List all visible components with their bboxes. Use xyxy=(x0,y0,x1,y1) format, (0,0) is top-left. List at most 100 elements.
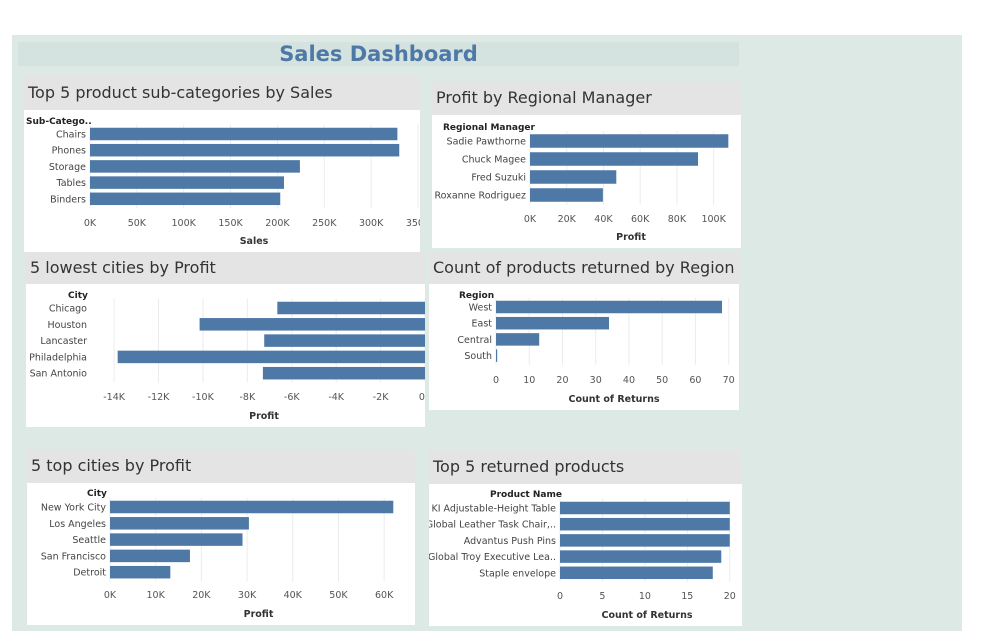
bar xyxy=(90,143,400,157)
category-label: Storage xyxy=(49,162,86,173)
category-label: Global Troy Executive Lea.. xyxy=(429,552,556,563)
x-tick-label: 350K xyxy=(406,218,420,229)
x-tick-label: 10K xyxy=(147,590,166,601)
x-tick-label: 20K xyxy=(558,214,577,225)
x-tick-label: 20 xyxy=(724,591,736,602)
x-tick-label: 30 xyxy=(590,375,602,386)
bar xyxy=(560,566,713,580)
panel-lowest-cities: 5 lowest cities by Profit -14K -12K -10K -8… xyxy=(26,252,425,427)
category-label: Lancaster xyxy=(40,336,87,347)
bar xyxy=(90,127,398,141)
x-tick-label: 0 xyxy=(557,591,563,602)
x-tick-label: 10 xyxy=(523,375,535,386)
chart-title: Profit by Regional Manager xyxy=(432,81,741,115)
chart-top-returned-products: 0 5 10 15 20 Product Name KI Adjustable-Height… xyxy=(429,490,736,621)
x-tick-label: 30K xyxy=(238,590,257,601)
bar xyxy=(110,565,171,579)
category-label: New York City xyxy=(41,503,107,514)
chart-regional-manager-profit: 0K 20K 40K 60K 80K 100K Regional Manager Sadie … xyxy=(435,123,729,243)
x-tick-label: -12K xyxy=(148,392,171,403)
category-label: KI Adjustable-Height Table xyxy=(431,504,556,515)
category-label: Chuck Magee xyxy=(462,155,526,166)
panel-top-subcategories: Top 5 product sub-categories by Sales 0K… xyxy=(24,76,420,252)
panel-top-returned-products: Top 5 returned products 0 5 10 15 20 Product … xyxy=(429,450,742,626)
x-axis-title: Profit xyxy=(616,232,646,243)
bar xyxy=(530,188,603,202)
x-tick-label: -14K xyxy=(103,392,126,403)
panel-regional-manager: Profit by Regional Manager 0K 20K 40K 60K 80… xyxy=(432,81,741,248)
bar xyxy=(110,517,249,530)
x-tick-label: 40K xyxy=(284,590,303,601)
chart-lowest-cities-profit: -14K -12K -10K -8K -6K -4K -2K 0K City Chicago Hou… xyxy=(29,291,425,422)
category-label: Advantus Push Pins xyxy=(464,536,556,547)
bar xyxy=(110,500,394,514)
bar xyxy=(496,333,540,346)
bar xyxy=(496,349,498,362)
category-label: Chairs xyxy=(56,130,86,141)
x-axis-title: Count of Returns xyxy=(568,394,659,405)
category-label: Detroit xyxy=(73,568,106,579)
bar xyxy=(560,550,722,563)
bar xyxy=(262,366,425,380)
x-tick-label: -2K xyxy=(373,392,389,403)
category-header: City xyxy=(87,489,107,499)
category-label: Roxanne Rodriguez xyxy=(435,191,527,202)
dashboard-title: Sales Dashboard xyxy=(279,42,478,66)
category-label: Tables xyxy=(55,178,86,189)
chart-subcategories-sales: 0K 50K 100K 150K 200K 250K 300K 350K Sub-Catego.… xyxy=(26,117,420,247)
category-header: Region xyxy=(459,291,494,301)
category-header: Regional Manager xyxy=(443,123,535,133)
x-tick-label: 40K xyxy=(594,214,613,225)
x-tick-label: 0K xyxy=(84,218,97,229)
chart-title: Top 5 product sub-categories by Sales xyxy=(24,76,420,110)
bar xyxy=(90,192,281,206)
x-axis-title: Count of Returns xyxy=(601,610,692,621)
x-tick-label: 10 xyxy=(639,591,651,602)
category-label: West xyxy=(469,303,493,314)
x-tick-label: -4K xyxy=(328,392,344,403)
category-label: Los Angeles xyxy=(49,519,106,530)
category-label: Staple envelope xyxy=(479,568,556,579)
category-label: Philadelphia xyxy=(29,352,87,363)
category-label: Fred Suzuki xyxy=(471,173,526,184)
x-tick-label: 5 xyxy=(599,591,605,602)
x-axis-title: Profit xyxy=(244,609,274,620)
category-header: Product Name xyxy=(490,490,562,500)
bar xyxy=(530,134,729,148)
bar xyxy=(90,160,300,173)
x-axis-title: Sales xyxy=(240,236,269,247)
x-tick-label: 0K xyxy=(524,214,537,225)
category-label: Sadie Pawthorne xyxy=(447,137,527,148)
x-tick-label: 250K xyxy=(312,218,337,229)
chart-returns-by-region: 0 10 20 30 40 50 60 70 Region West East Central Sout… xyxy=(457,291,735,405)
x-tick-label: 20 xyxy=(556,375,568,386)
category-label: East xyxy=(472,319,493,330)
x-tick-label: 100K xyxy=(172,218,197,229)
bar xyxy=(496,316,610,330)
category-label: Phones xyxy=(52,146,86,157)
bar xyxy=(530,152,699,166)
category-header: City xyxy=(68,291,88,301)
x-tick-label: 50K xyxy=(329,590,348,601)
panel-top-cities: 5 top cities by Profit 0K 10K 20K 30K 40K 50K… xyxy=(27,449,415,625)
x-tick-label: 0K xyxy=(419,392,425,403)
x-axis-title: Profit xyxy=(249,411,279,422)
panel-returns-by-region: Count of products returned by Region 0 10… xyxy=(429,251,739,410)
category-label: Houston xyxy=(48,320,87,331)
x-tick-label: 70 xyxy=(723,375,735,386)
bar xyxy=(530,170,617,184)
x-tick-label: 60K xyxy=(375,590,394,601)
x-tick-label: 50 xyxy=(656,375,668,386)
chart-title: Top 5 returned products xyxy=(429,450,742,484)
x-tick-label: -6K xyxy=(284,392,300,403)
category-label: Global Leather Task Chair,.. xyxy=(429,520,556,531)
x-tick-label: 20K xyxy=(192,590,211,601)
bar xyxy=(90,176,284,189)
x-tick-label: 100K xyxy=(701,214,726,225)
x-tick-label: 60K xyxy=(631,214,650,225)
category-label: Chicago xyxy=(49,304,87,315)
chart-title: 5 top cities by Profit xyxy=(27,449,415,483)
x-tick-label: 15 xyxy=(681,591,693,602)
x-tick-label: 200K xyxy=(265,218,290,229)
x-tick-label: -8K xyxy=(239,392,255,403)
